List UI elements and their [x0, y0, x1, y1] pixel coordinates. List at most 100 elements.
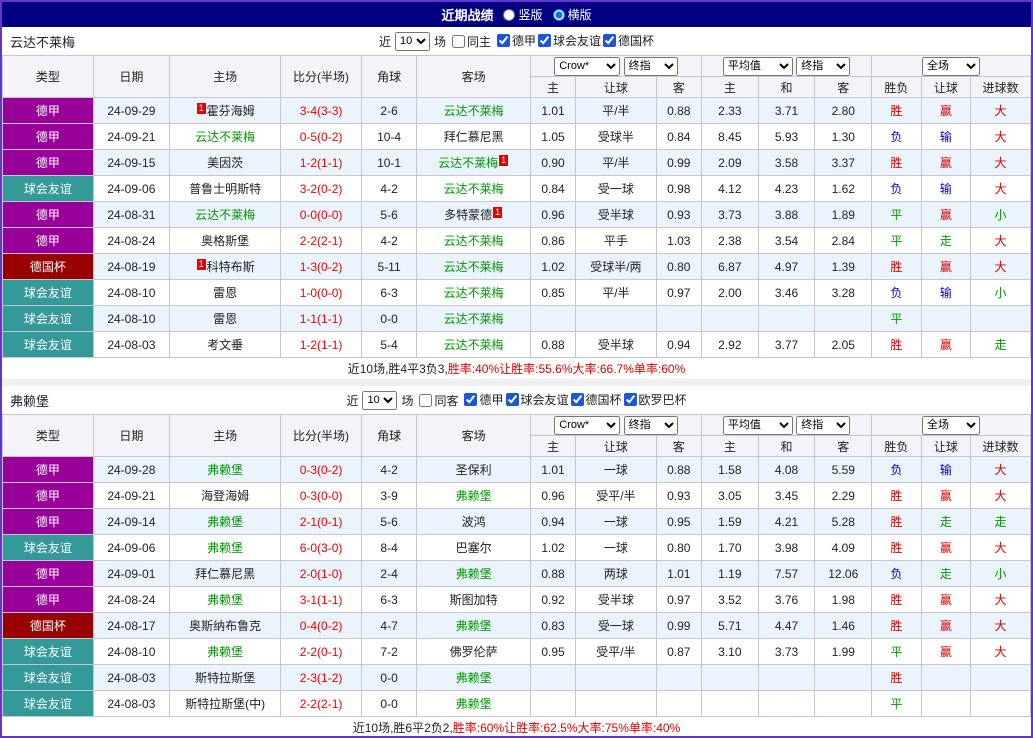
final-odds-select-2[interactable]: 终指 [796, 416, 850, 435]
corner-score: 6-3 [361, 280, 417, 306]
layout-radio-horizontal[interactable]: 横版 [553, 6, 592, 23]
league-badge: 球会友谊 [3, 280, 94, 306]
odds-value: 0.95 [656, 509, 701, 535]
home-team: 弗赖堡 [170, 457, 281, 483]
league-filter-德甲[interactable]: 德甲 [464, 391, 503, 408]
final-odds-select-2[interactable]: 终指 [796, 57, 850, 76]
odds-value: 7.57 [758, 561, 815, 587]
league-checkbox[interactable] [571, 393, 584, 406]
corner-score: 4-2 [361, 228, 417, 254]
away-team: 云达不莱梅 [417, 98, 530, 124]
odds-value: 1.89 [815, 202, 872, 228]
league-badge: 球会友谊 [3, 691, 94, 717]
match-date: 24-08-24 [93, 587, 169, 613]
match-score: 0-0(0-0) [281, 202, 361, 228]
home-team: 海登海姆 [170, 483, 281, 509]
average-select[interactable]: 平均值 [723, 416, 793, 435]
corner-score: 0-0 [361, 665, 417, 691]
same-venue-filter[interactable]: 同客 [419, 392, 458, 409]
match-score: 0-4(0-2) [281, 613, 361, 639]
full-match-select[interactable]: 全场 [922, 416, 980, 435]
match-count-select[interactable]: 10 [362, 391, 397, 410]
final-odds-select[interactable]: 终指 [624, 57, 678, 76]
match-row: 德甲24-09-28弗赖堡0-3(0-2)4-2圣保利1.01一球0.881.5… [3, 457, 1031, 483]
team-label: 美因茨 [207, 156, 243, 170]
league-filter-球会友谊[interactable]: 球会友谊 [506, 391, 569, 408]
odds-value: 受半球 [576, 587, 656, 613]
odds-value: 受一球 [576, 176, 656, 202]
subheader-handicap-result: 让球 [921, 436, 970, 457]
average-select[interactable]: 平均值 [723, 57, 793, 76]
result-value: 胜 [872, 613, 921, 639]
odds-value: 8.45 [701, 124, 758, 150]
league-checkbox[interactable] [506, 393, 519, 406]
layout-radio-vertical[interactable]: 竖版 [503, 6, 542, 23]
vertical-radio-input[interactable] [503, 9, 515, 21]
team-label: 雷恩 [213, 286, 237, 300]
match-score: 1-3(0-2) [281, 254, 361, 280]
full-match-group: 全场 [872, 56, 1031, 77]
result-value: 赢 [921, 639, 970, 665]
result-value: 赢 [921, 98, 970, 124]
away-team: 斯图加特 [417, 587, 530, 613]
same-venue-filter[interactable]: 同主 [452, 33, 491, 50]
league-filters: 德甲球会友谊德国杯 [495, 32, 654, 50]
league-checkbox[interactable] [538, 34, 551, 47]
result-value: 负 [872, 457, 921, 483]
team-label: 弗赖堡 [207, 645, 243, 659]
odds-value: 0.87 [656, 639, 701, 665]
odds-value: 受球半/两 [576, 254, 656, 280]
league-filter-球会友谊[interactable]: 球会友谊 [538, 32, 601, 49]
odds-value: 1.99 [815, 639, 872, 665]
league-checkbox[interactable] [624, 393, 637, 406]
bookmaker-select[interactable]: Crow* [554, 57, 620, 76]
column-header-home: 主场 [170, 415, 281, 457]
away-team: 弗赖堡 [417, 691, 530, 717]
corner-score: 4-2 [361, 457, 417, 483]
column-header-away: 客场 [417, 56, 530, 98]
odds-value [815, 306, 872, 332]
team-label: 弗赖堡 [456, 567, 492, 581]
league-checkbox[interactable] [497, 34, 510, 47]
match-date: 24-09-01 [93, 561, 169, 587]
away-team: 巴塞尔 [417, 535, 530, 561]
odds-value: 1.62 [815, 176, 872, 202]
odds-value: 3.58 [758, 150, 815, 176]
league-badge: 德甲 [3, 202, 94, 228]
league-filter-德国杯[interactable]: 德国杯 [603, 32, 654, 49]
match-score: 2-2(2-1) [281, 691, 361, 717]
match-score: 1-2(1-1) [281, 332, 361, 358]
same-venue-checkbox[interactable] [419, 394, 432, 407]
bookmaker-odds-group: Crow* 终指 [530, 415, 701, 436]
league-badge: 德甲 [3, 587, 94, 613]
final-odds-select[interactable]: 终指 [624, 416, 678, 435]
match-row: 德甲24-08-31云达不莱梅0-0(0-0)5-6多特蒙德10.96受半球0.… [3, 202, 1031, 228]
same-venue-checkbox[interactable] [452, 35, 465, 48]
subheader-home-odds: 主 [530, 436, 575, 457]
odds-value: 平/半 [576, 98, 656, 124]
league-filter-欧罗巴杯[interactable]: 欧罗巴杯 [624, 391, 687, 408]
odds-value: 4.09 [815, 535, 872, 561]
result-value: 平 [872, 202, 921, 228]
odds-value: 0.80 [656, 254, 701, 280]
odds-value: 4.23 [758, 176, 815, 202]
home-team: 斯特拉斯堡 [170, 665, 281, 691]
home-team: 弗赖堡 [170, 535, 281, 561]
bookmaker-select[interactable]: Crow* [554, 416, 620, 435]
league-filter-德国杯[interactable]: 德国杯 [571, 391, 622, 408]
league-badge: 德国杯 [3, 254, 94, 280]
league-checkbox[interactable] [464, 393, 477, 406]
odds-value: 3.52 [701, 587, 758, 613]
home-team: 1霍芬海姆 [170, 98, 281, 124]
match-row: 德甲24-09-15美因茨1-2(1-1)10-1云达不莱梅10.90平/半0.… [3, 150, 1031, 176]
horizontal-radio-input[interactable] [553, 9, 565, 21]
home-team: 拜仁慕尼黑 [170, 561, 281, 587]
league-filter-德甲[interactable]: 德甲 [497, 32, 536, 49]
match-score: 6-0(3-0) [281, 535, 361, 561]
games-label: 场 [401, 392, 413, 409]
match-row: 球会友谊24-08-03考文垂1-2(1-1)5-4云达不莱梅0.88受半球0.… [3, 332, 1031, 358]
match-count-select[interactable]: 10 [395, 32, 430, 51]
league-checkbox[interactable] [603, 34, 616, 47]
full-match-select[interactable]: 全场 [922, 57, 980, 76]
team-label: 波鸿 [462, 515, 486, 529]
